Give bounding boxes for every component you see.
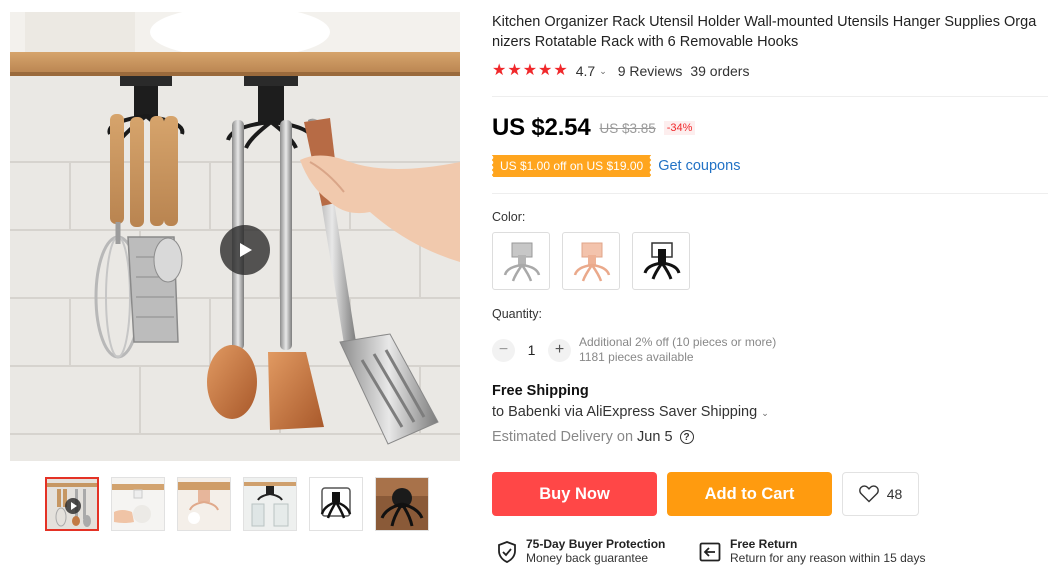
thumbnail-2[interactable] <box>111 477 165 531</box>
guarantee-subtitle: Money back guarantee <box>526 551 649 565</box>
original-price: US $3.85 <box>599 120 656 136</box>
thumbnail-image <box>376 478 428 530</box>
wishlist-count: 48 <box>886 486 903 502</box>
color-option-black[interactable] <box>632 232 690 290</box>
color-label: Color: <box>492 210 526 224</box>
color-options <box>492 232 702 290</box>
star-icon: ★ <box>522 62 538 79</box>
coupon-badge: US $1.00 off on US $19.00 <box>490 155 652 177</box>
chevron-down-icon[interactable]: ⌄ <box>599 66 607 77</box>
swatch-image <box>573 242 611 282</box>
delivery-prefix: Estimated Delivery on <box>492 429 634 445</box>
play-video-button[interactable] <box>220 225 270 275</box>
thumbnail-image <box>244 478 296 530</box>
guarantee-title: 75-Day Buyer Protection <box>526 537 666 551</box>
reviews-link[interactable]: 9 Reviews <box>618 63 683 79</box>
swatch-image <box>643 242 681 280</box>
shipping-method-label: to Babenki via AliExpress Saver Shipping <box>492 404 758 420</box>
star-icon: ★ <box>492 62 507 79</box>
coupon-row: US $1.00 off on US $19.00 Get coupons <box>490 155 740 177</box>
heart-icon <box>858 485 879 503</box>
shield-check-icon <box>498 540 516 563</box>
thumbnail-1[interactable] <box>45 477 99 531</box>
estimated-delivery: Estimated Delivery on Jun 5 ? <box>492 429 694 445</box>
chevron-down-icon: ⌄ <box>761 408 769 418</box>
thumbnail-5[interactable] <box>309 477 363 531</box>
increment-button[interactable]: + <box>548 338 571 362</box>
decrement-button[interactable]: − <box>492 338 515 362</box>
rating-value[interactable]: 4.7 <box>576 63 595 79</box>
quantity-input[interactable]: 1 <box>515 342 548 358</box>
delivery-date: Jun 5 <box>637 429 673 445</box>
guarantee-subtitle: Return for any reason within 15 days <box>730 551 926 565</box>
quantity-stepper: − 1 + Additional 2% off (10 pieces or mo… <box>492 335 776 365</box>
current-price: US $2.54 <box>492 114 591 141</box>
divider <box>492 193 1048 194</box>
return-icon <box>699 542 721 561</box>
thumbnail-strip <box>45 477 441 531</box>
orders-count: 39 orders <box>690 63 750 79</box>
shipping-title: Free Shipping <box>492 383 589 399</box>
shipping-method[interactable]: to Babenki via AliExpress Saver Shipping… <box>492 404 780 420</box>
add-to-cart-button[interactable]: Add to Cart <box>667 472 832 516</box>
thumbnail-image <box>178 478 230 530</box>
star-rating: ★ ★ ★ ★ ★ <box>492 63 569 79</box>
guarantee-title: Free Return <box>730 537 798 551</box>
product-title: Kitchen Organizer Rack Utensil Holder Wa… <box>492 14 1037 50</box>
divider <box>492 96 1048 97</box>
get-coupons-link[interactable]: Get coupons <box>658 158 740 174</box>
star-icon: ★ <box>553 62 568 79</box>
product-info: Kitchen Organizer Rack Utensil Holder Wa… <box>492 12 1048 81</box>
swatch-image <box>503 242 541 282</box>
thumbnail-3[interactable] <box>177 477 231 531</box>
wishlist-button[interactable]: 48 <box>842 472 919 516</box>
thumbnail-image <box>310 478 362 530</box>
rating-row: ★ ★ ★ ★ ★ 4.7 ⌄ 9 Reviews 39 orders <box>492 61 1048 81</box>
main-product-image[interactable] <box>10 12 460 461</box>
play-icon <box>240 243 252 257</box>
thumbnail-6[interactable] <box>375 477 429 531</box>
thumbnail-4[interactable] <box>243 477 297 531</box>
star-icon: ★ <box>507 62 522 79</box>
free-return[interactable]: Free Return Return for any reason within… <box>699 537 925 566</box>
star-icon: ★ <box>538 62 553 79</box>
thumbnail-image <box>112 478 164 530</box>
color-option-silver[interactable] <box>492 232 550 290</box>
buyer-protection[interactable]: 75-Day Buyer Protection Money back guara… <box>497 537 665 566</box>
price-row: US $2.54 US $3.85 -34% <box>492 114 696 142</box>
bulk-discount-note: Additional 2% off (10 pieces or more) <box>579 335 777 349</box>
quantity-label: Quantity: <box>492 307 543 321</box>
quantity-note: Additional 2% off (10 pieces or more) 11… <box>579 335 776 365</box>
stock-available: 1181 pieces available <box>579 350 694 364</box>
help-icon[interactable]: ? <box>679 430 694 444</box>
color-option-rose-gold[interactable] <box>562 232 620 290</box>
buy-now-button[interactable]: Buy Now <box>492 472 657 516</box>
discount-badge: -34% <box>663 121 696 135</box>
thumbnail-video-image <box>47 479 97 529</box>
